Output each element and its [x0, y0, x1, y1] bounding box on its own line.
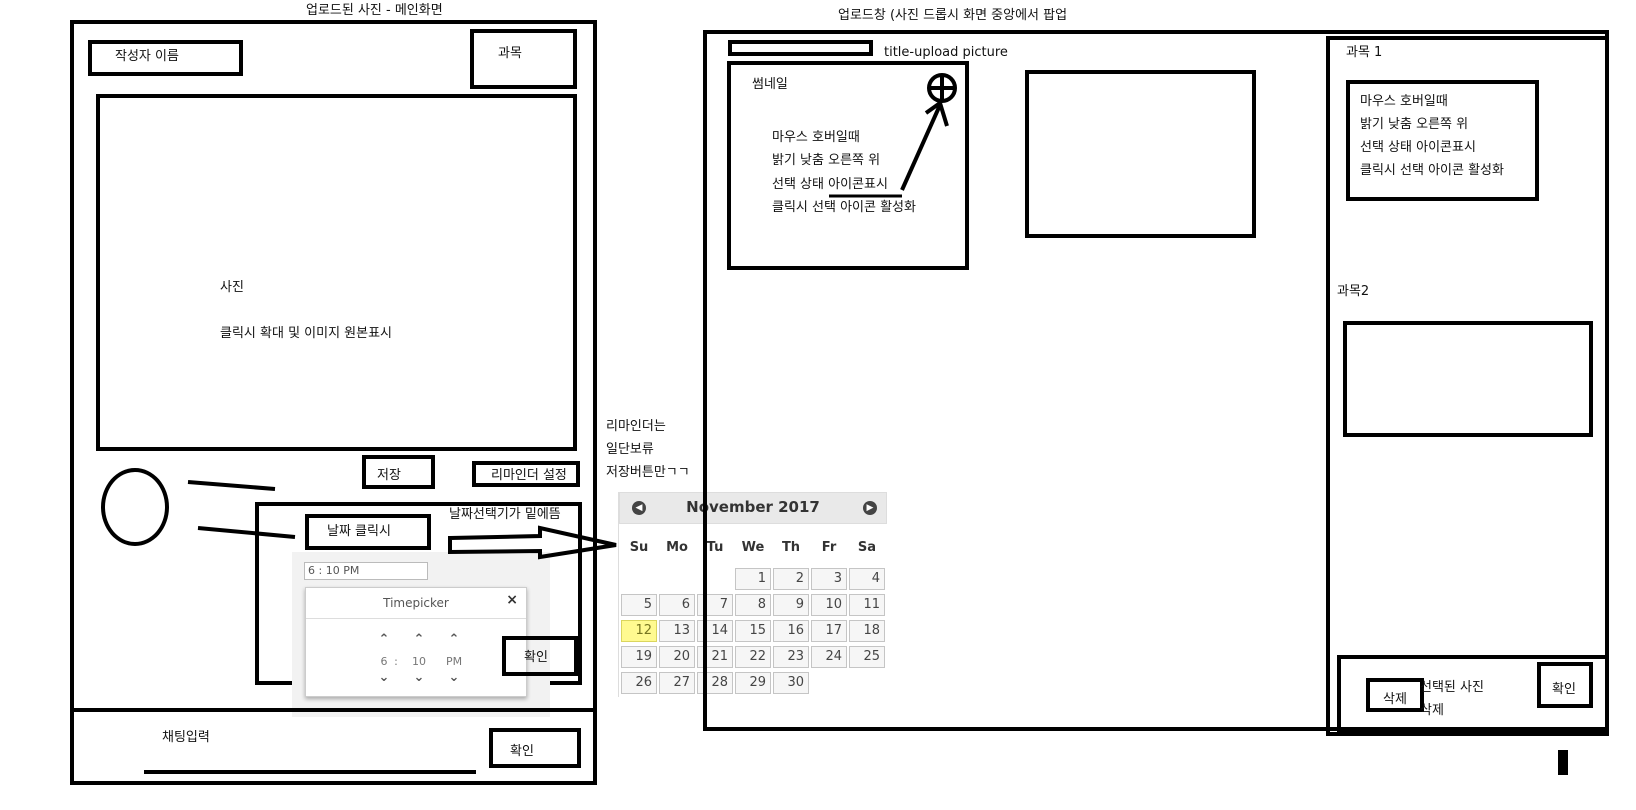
date-picker-arrow [448, 525, 617, 560]
annotation-strokes [144, 73, 957, 774]
avatar-pointer-stroke [197, 526, 296, 539]
select-arrow-shaft [900, 104, 942, 191]
avatar-name-stroke [187, 480, 276, 491]
